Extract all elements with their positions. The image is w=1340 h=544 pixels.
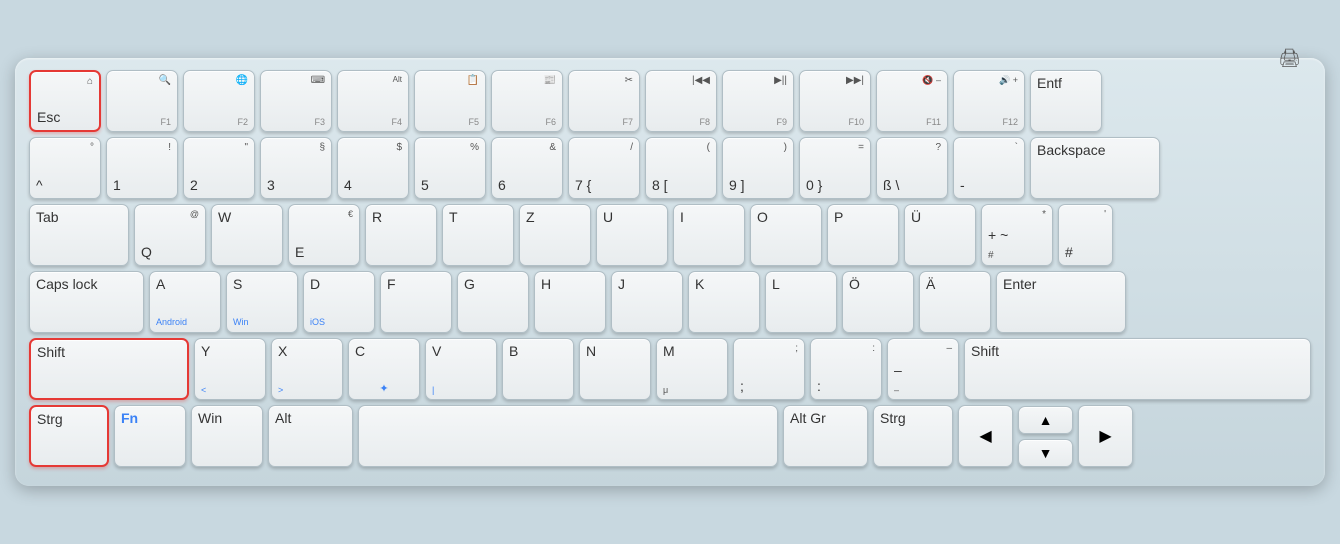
key-c[interactable]: C ✦ bbox=[348, 338, 420, 400]
key-tab[interactable]: Tab bbox=[29, 204, 129, 266]
key-u[interactable]: U bbox=[596, 204, 668, 266]
key-f5[interactable]: 📋 F5 bbox=[414, 70, 486, 132]
key-strg-right[interactable]: Strg bbox=[873, 405, 953, 467]
key-ue[interactable]: Ü bbox=[904, 204, 976, 266]
key-i[interactable]: I bbox=[673, 204, 745, 266]
key-z[interactable]: Z bbox=[519, 204, 591, 266]
key-j[interactable]: J bbox=[611, 271, 683, 333]
key-r[interactable]: R bbox=[365, 204, 437, 266]
key-f12[interactable]: 🔊 + F12 bbox=[953, 70, 1025, 132]
key-f8[interactable]: |◀◀ F8 bbox=[645, 70, 717, 132]
key-shift-right[interactable]: Shift bbox=[964, 338, 1311, 400]
key-altgr[interactable]: Alt Gr bbox=[783, 405, 868, 467]
key-f1[interactable]: 🔍 F1 bbox=[106, 70, 178, 132]
shift-row: Shift Y < X > C ✦ V | B N M μ ; ; bbox=[29, 338, 1311, 400]
key-arrow-left[interactable]: ◀ bbox=[958, 405, 1013, 467]
key-f9[interactable]: ▶|| F9 bbox=[722, 70, 794, 132]
key-enter[interactable]: Enter bbox=[996, 271, 1126, 333]
function-row: ⌂ Esc 🔍 F1 🌐 F2 ⌨ F3 Alt F4 📋 F5 📰 F6 ✂ bbox=[29, 70, 1311, 132]
key-sharp[interactable]: ? ß \ bbox=[876, 137, 948, 199]
key-3[interactable]: § 3 bbox=[260, 137, 332, 199]
keyboard: 🖨 ⌂ Esc 🔍 F1 🌐 F2 ⌨ F3 Alt F4 📋 F5 📰 bbox=[15, 58, 1325, 486]
qwertz-row: Tab @ Q W € E R T Z U I O P bbox=[29, 204, 1311, 266]
key-minus[interactable]: – – – bbox=[887, 338, 959, 400]
key-n[interactable]: N bbox=[579, 338, 651, 400]
key-semicolon[interactable]: ; ; bbox=[733, 338, 805, 400]
key-esc[interactable]: ⌂ Esc bbox=[29, 70, 101, 132]
key-f[interactable]: F bbox=[380, 271, 452, 333]
key-m[interactable]: M μ bbox=[656, 338, 728, 400]
key-q[interactable]: @ Q bbox=[134, 204, 206, 266]
key-s[interactable]: S Win bbox=[226, 271, 298, 333]
key-fn[interactable]: Fn bbox=[114, 405, 186, 467]
key-9[interactable]: ) 9 ] bbox=[722, 137, 794, 199]
key-caret[interactable]: ° ^ bbox=[29, 137, 101, 199]
key-l[interactable]: L bbox=[765, 271, 837, 333]
key-e[interactable]: € E bbox=[288, 204, 360, 266]
key-p[interactable]: P bbox=[827, 204, 899, 266]
printer-icon: 🖨 bbox=[1278, 48, 1301, 69]
key-f2[interactable]: 🌐 F2 bbox=[183, 70, 255, 132]
key-plus[interactable]: * + ~ # bbox=[981, 204, 1053, 266]
key-y[interactable]: Y < bbox=[194, 338, 266, 400]
key-shift-left[interactable]: Shift bbox=[29, 338, 189, 400]
key-space[interactable] bbox=[358, 405, 778, 467]
key-t[interactable]: T bbox=[442, 204, 514, 266]
key-f4[interactable]: Alt F4 bbox=[337, 70, 409, 132]
key-f3[interactable]: ⌨ F3 bbox=[260, 70, 332, 132]
key-x[interactable]: X > bbox=[271, 338, 343, 400]
asdf-row: Caps lock A Android S Win D iOS F G H J … bbox=[29, 271, 1311, 333]
key-strg-left[interactable]: Strg bbox=[29, 405, 109, 467]
key-oe[interactable]: Ö bbox=[842, 271, 914, 333]
key-alt-left[interactable]: Alt bbox=[268, 405, 353, 467]
key-k[interactable]: K bbox=[688, 271, 760, 333]
key-arrow-up[interactable]: ▲ bbox=[1018, 406, 1073, 434]
key-entf[interactable]: Entf bbox=[1030, 70, 1102, 132]
key-f7[interactable]: ✂ F7 bbox=[568, 70, 640, 132]
arrow-vertical-group: ▲ ▼ bbox=[1018, 406, 1073, 467]
key-o[interactable]: O bbox=[750, 204, 822, 266]
key-5[interactable]: % 5 bbox=[414, 137, 486, 199]
key-f10[interactable]: ▶▶| F10 bbox=[799, 70, 871, 132]
key-backspace[interactable]: Backspace bbox=[1030, 137, 1160, 199]
key-ae[interactable]: Ä bbox=[919, 271, 991, 333]
bottom-row: Strg Fn Win Alt Alt Gr Strg ◀ ▲ ▼ bbox=[29, 405, 1311, 467]
key-g[interactable]: G bbox=[457, 271, 529, 333]
key-6[interactable]: & 6 bbox=[491, 137, 563, 199]
key-2[interactable]: " 2 bbox=[183, 137, 255, 199]
key-0[interactable]: = 0 } bbox=[799, 137, 871, 199]
key-caps-lock[interactable]: Caps lock bbox=[29, 271, 144, 333]
key-arrow-right[interactable]: ▶ bbox=[1078, 405, 1133, 467]
key-w[interactable]: W bbox=[211, 204, 283, 266]
key-hash2[interactable]: ' # bbox=[1058, 204, 1113, 266]
key-1[interactable]: ! 1 bbox=[106, 137, 178, 199]
number-row: ° ^ ! 1 " 2 § 3 $ 4 % 5 & 6 / 7 { bbox=[29, 137, 1311, 199]
key-f6[interactable]: 📰 F6 bbox=[491, 70, 563, 132]
key-colon[interactable]: : : bbox=[810, 338, 882, 400]
key-h[interactable]: H bbox=[534, 271, 606, 333]
key-7[interactable]: / 7 { bbox=[568, 137, 640, 199]
key-backtick[interactable]: ` - bbox=[953, 137, 1025, 199]
key-win[interactable]: Win bbox=[191, 405, 263, 467]
key-f11[interactable]: 🔇 – F11 bbox=[876, 70, 948, 132]
key-d[interactable]: D iOS bbox=[303, 271, 375, 333]
key-4[interactable]: $ 4 bbox=[337, 137, 409, 199]
key-arrow-down[interactable]: ▼ bbox=[1018, 439, 1073, 467]
key-a[interactable]: A Android bbox=[149, 271, 221, 333]
key-8[interactable]: ( 8 [ bbox=[645, 137, 717, 199]
key-v[interactable]: V | bbox=[425, 338, 497, 400]
key-b[interactable]: B bbox=[502, 338, 574, 400]
